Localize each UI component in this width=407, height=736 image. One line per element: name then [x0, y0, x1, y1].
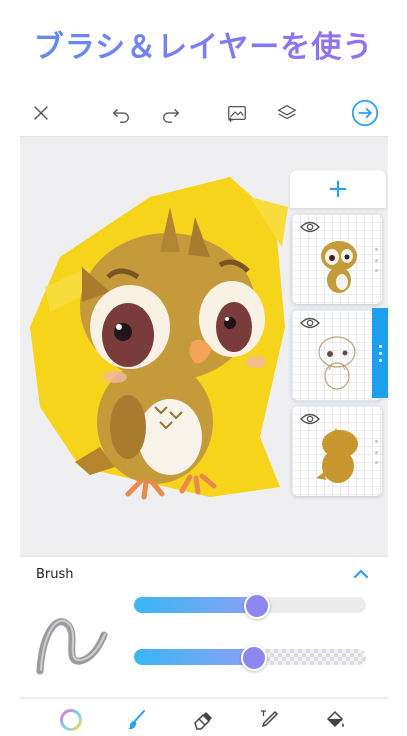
drag-handle-icon[interactable] [374, 248, 378, 272]
slider-thumb[interactable] [243, 593, 270, 619]
undo-icon[interactable] [106, 98, 136, 128]
image-add-icon[interactable] [222, 98, 252, 128]
owl-sketch-thumbnail [318, 336, 356, 390]
owl-silhouette-thumbnail [316, 428, 358, 483]
color-wheel-icon[interactable] [56, 705, 86, 735]
brush-panel-title: Brush [36, 567, 74, 582]
brush-opacity-slider[interactable] [134, 645, 366, 671]
brush-size-slider[interactable] [134, 593, 366, 619]
brush-panel: Brush [20, 556, 388, 697]
next-arrow-icon[interactable] [350, 98, 380, 128]
layer-thumbnail-1[interactable] [292, 214, 382, 304]
owl-thumbnail [321, 241, 357, 293]
top-toolbar [20, 90, 388, 137]
close-icon[interactable] [26, 98, 56, 128]
active-layer-handle[interactable] [372, 308, 388, 398]
page-headline: ブラシ＆レイヤーを使う [0, 22, 407, 66]
app-screen: + Brush [20, 90, 388, 736]
fill-bucket-icon[interactable] [320, 705, 350, 735]
layers-icon[interactable] [272, 98, 302, 128]
eraser-icon[interactable] [188, 705, 218, 735]
text-pen-icon[interactable] [254, 705, 284, 735]
slider-fill [134, 597, 255, 613]
slider-fill [134, 649, 253, 665]
add-layer-button[interactable]: + [290, 170, 386, 208]
layer-thumbnail-3[interactable] [292, 406, 382, 496]
drag-handle-icon[interactable] [374, 440, 378, 464]
layer-thumbnail-2[interactable] [292, 310, 382, 400]
slider-thumb[interactable] [241, 645, 268, 671]
redo-icon[interactable] [156, 98, 186, 128]
brush-icon[interactable] [122, 705, 152, 735]
bottom-toolbar [20, 698, 388, 736]
chevron-up-icon[interactable] [352, 565, 370, 583]
brush-stroke-preview [36, 618, 108, 675]
